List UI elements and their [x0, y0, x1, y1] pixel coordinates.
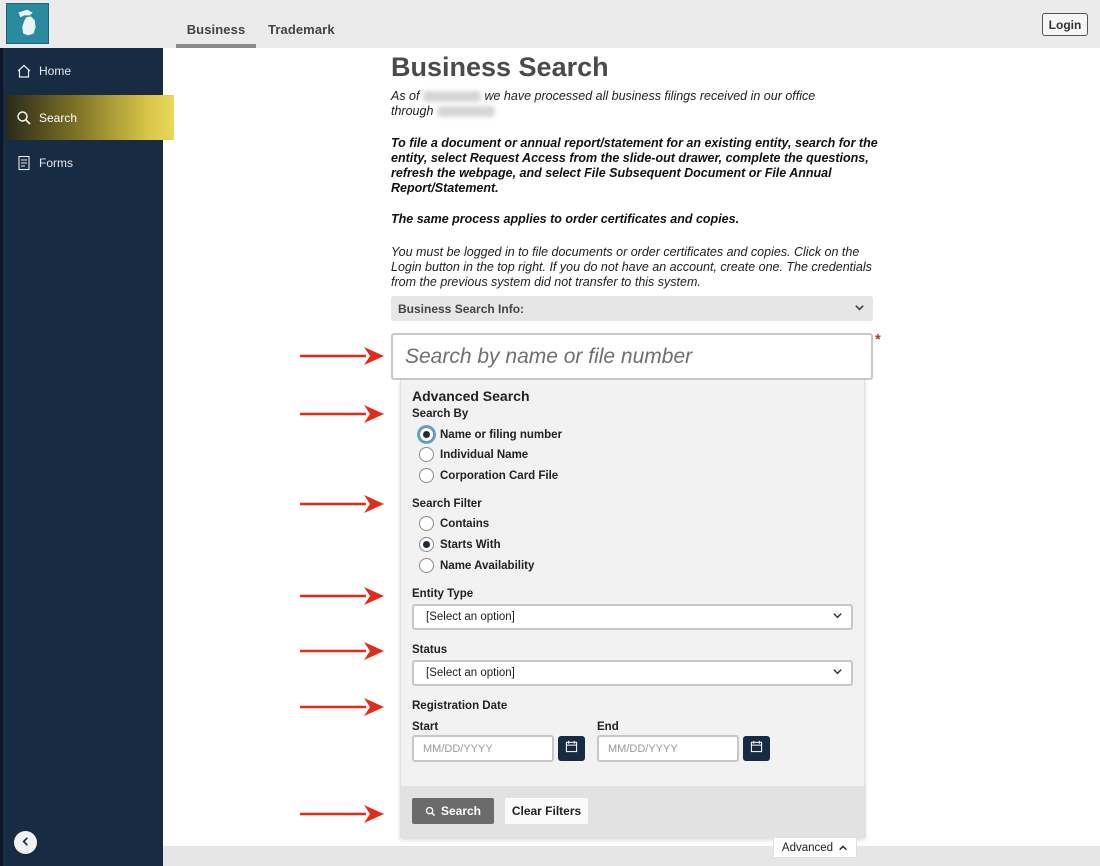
radio-name-availability[interactable]: Name Availability [419, 558, 534, 573]
annotation-arrow-icon [300, 495, 384, 513]
advanced-toggle-button[interactable]: Advanced [773, 838, 857, 858]
radio-button[interactable] [419, 447, 434, 462]
radio-corporation-card-file[interactable]: Corporation Card File [419, 468, 558, 483]
radio-contains[interactable]: Contains [419, 516, 489, 531]
search-by-label: Search By [412, 408, 469, 420]
radio-individual-name[interactable]: Individual Name [419, 447, 528, 462]
search-icon [16, 110, 32, 126]
annotation-arrow-icon [300, 405, 384, 423]
radio-starts-with[interactable]: Starts With [419, 537, 501, 552]
blurred-date [436, 106, 495, 118]
calendar-icon [750, 740, 763, 758]
radio-button[interactable] [419, 427, 434, 442]
chevron-up-icon [838, 843, 848, 853]
blurred-date [422, 91, 481, 103]
search-icon [425, 806, 436, 817]
radio-name-or-filing-number[interactable]: Name or filing number [419, 427, 562, 442]
chevron-down-icon [832, 610, 843, 624]
bottom-strip [163, 846, 1100, 866]
search-filter-label: Search Filter [412, 498, 482, 510]
sidebar-item-label: Home [39, 64, 72, 78]
same-process-note: The same process applies to order certif… [391, 212, 740, 226]
sidebar-item-forms[interactable]: Forms [6, 142, 166, 184]
end-date-label: End [597, 721, 619, 733]
accordion-label: Business Search Info: [398, 301, 525, 316]
entity-type-select[interactable]: [Select an option] [412, 604, 853, 630]
calendar-icon [565, 740, 578, 758]
business-search-info-accordion[interactable]: Business Search Info: [391, 296, 873, 321]
advanced-search-title: Advanced Search [412, 388, 530, 404]
tab-business[interactable]: Business [176, 22, 256, 48]
registration-date-label: Registration Date [412, 700, 508, 712]
end-date-calendar-button[interactable] [743, 736, 770, 761]
radio-button[interactable] [419, 516, 434, 531]
annotation-arrow-icon [300, 642, 384, 660]
clear-filters-button[interactable]: Clear Filters [505, 798, 588, 824]
login-button[interactable]: Login [1042, 13, 1088, 36]
annotation-arrow-icon [300, 698, 384, 716]
sidebar-collapse-button[interactable] [14, 831, 37, 854]
status-select[interactable]: [Select an option] [412, 660, 853, 686]
start-date-calendar-button[interactable] [558, 736, 585, 761]
processed-notice: As of we have processed all business fil… [391, 89, 816, 118]
login-notice: You must be logged in to file documents … [391, 245, 872, 289]
radio-button[interactable] [419, 537, 434, 552]
sidebar: Home Search Forms [0, 48, 174, 866]
chevron-down-icon [854, 302, 865, 316]
entity-type-label: Entity Type [412, 588, 474, 600]
forms-icon [16, 155, 32, 171]
annotation-arrow-icon [300, 805, 384, 823]
advanced-search-panel: Advanced Search Search By Name or filing… [400, 380, 866, 838]
search-button[interactable]: Search [412, 798, 494, 824]
sidebar-item-label: Search [39, 110, 78, 125]
chevron-down-icon [832, 666, 843, 680]
home-icon [16, 63, 32, 79]
required-indicator: * [875, 331, 881, 348]
annotation-arrow-icon [300, 347, 384, 365]
sidebar-item-search[interactable]: Search [6, 95, 174, 140]
tab-trademark[interactable]: Trademark [268, 22, 335, 37]
radio-button[interactable] [419, 468, 434, 483]
page-title: Business Search [391, 52, 609, 82]
end-date-input[interactable] [597, 735, 739, 762]
sidebar-item-home[interactable]: Home [6, 50, 166, 92]
search-input[interactable] [391, 333, 873, 380]
top-bar: Business Trademark Login [0, 0, 1100, 48]
start-date-label: Start [412, 721, 439, 733]
file-instructions: To file a document or annual report/stat… [391, 136, 878, 195]
radio-button[interactable] [419, 558, 434, 573]
sidebar-item-label: Forms [39, 156, 73, 170]
chevron-left-icon [20, 834, 31, 852]
start-date-input[interactable] [412, 735, 554, 762]
status-label: Status [412, 644, 448, 656]
michigan-state-logo-icon[interactable] [6, 3, 49, 44]
annotation-arrow-icon [300, 587, 384, 605]
